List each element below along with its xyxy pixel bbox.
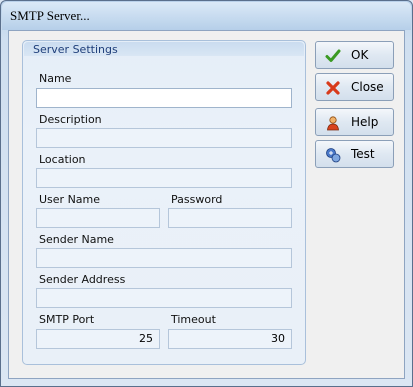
ok-button-label: OK	[351, 48, 369, 62]
description-label: Description	[39, 113, 102, 126]
password-input[interactable]	[168, 208, 292, 228]
description-input[interactable]	[36, 128, 292, 148]
location-label: Location	[39, 153, 86, 166]
help-button-label: Help	[351, 115, 379, 129]
timeout-label: Timeout	[171, 313, 216, 326]
help-person-icon	[325, 115, 341, 131]
close-button[interactable]: Close	[315, 73, 394, 101]
password-label: Password	[171, 193, 223, 206]
checkmark-icon	[325, 48, 341, 64]
sender-address-input[interactable]	[36, 288, 292, 308]
sender-name-label: Sender Name	[39, 233, 114, 246]
test-button[interactable]: Test	[315, 140, 394, 168]
smtp-port-input[interactable]: 25	[36, 329, 160, 349]
test-button-label: Test	[351, 147, 375, 161]
sender-name-input[interactable]	[36, 248, 292, 268]
test-network-icon	[325, 147, 341, 163]
name-input[interactable]	[36, 88, 292, 108]
name-label: Name	[39, 72, 72, 85]
close-button-label: Close	[351, 80, 384, 94]
user-name-input[interactable]	[36, 208, 160, 228]
timeout-input[interactable]: 30	[168, 329, 292, 349]
sender-address-label: Sender Address	[39, 273, 126, 286]
smtp-port-label: SMTP Port	[39, 313, 95, 326]
ok-button[interactable]: OK	[315, 41, 394, 69]
window-title: SMTP Server...	[10, 8, 90, 23]
group-header: Server Settings	[24, 42, 304, 56]
help-button[interactable]: Help	[315, 108, 394, 136]
close-x-icon	[325, 80, 341, 96]
group-title: Server Settings	[33, 43, 118, 56]
user-name-label: User Name	[39, 193, 101, 206]
title-bar[interactable]: SMTP Server...	[2, 2, 411, 30]
location-input[interactable]	[36, 168, 292, 188]
